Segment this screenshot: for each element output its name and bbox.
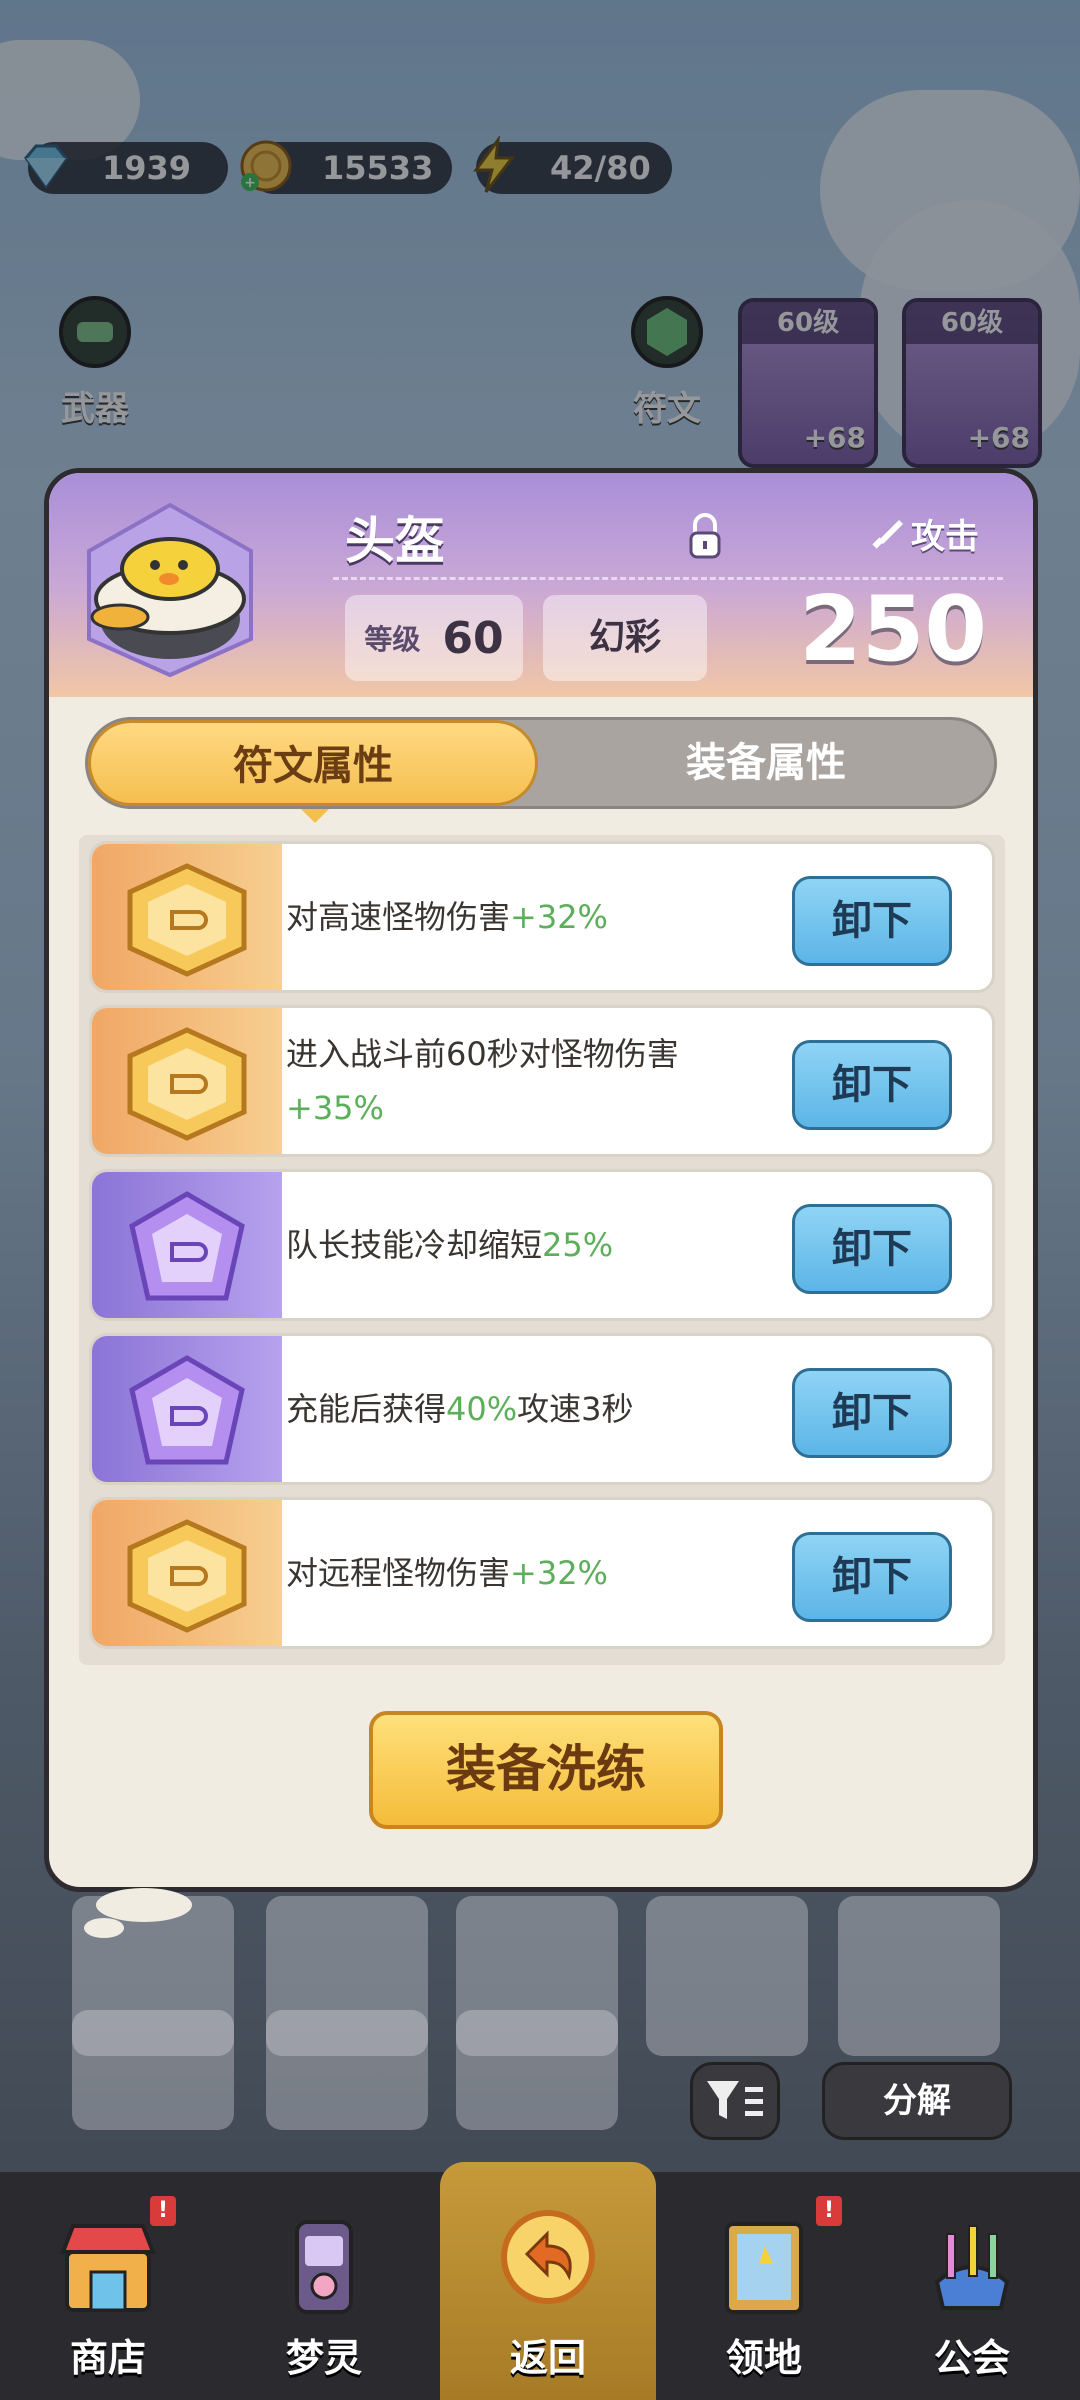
attack-type: 攻击 xyxy=(869,509,979,558)
tab-rune-attributes[interactable]: 符文属性 xyxy=(88,720,538,806)
nav-shop[interactable]: ! 商店 xyxy=(0,2172,216,2400)
rune-value: 25% xyxy=(542,1226,614,1264)
rune-value: +35% xyxy=(286,1089,384,1127)
equipment-detail-modal: 头盔 攻击 等级 60 幻彩 250 符文属性 装备属性 对高速怪物伤害+32%… xyxy=(44,468,1038,1892)
rune-row: 队长技能冷却缩短25% 卸下 xyxy=(89,1169,995,1321)
back-arrow-icon xyxy=(501,2210,595,2304)
unload-button[interactable]: 卸下 xyxy=(792,1532,952,1622)
attack-label: 攻击 xyxy=(911,517,979,557)
nav-back-label: 返回 xyxy=(509,2336,586,2380)
inventory-slot[interactable] xyxy=(456,2010,618,2130)
purple-rune-icon xyxy=(129,1191,245,1301)
unload-button[interactable]: 卸下 xyxy=(792,1040,952,1130)
lock-icon[interactable] xyxy=(687,513,723,559)
nav-dream-spirit[interactable]: 梦灵 xyxy=(216,2172,432,2400)
level-box: 等级 60 xyxy=(345,595,523,681)
purple-rune-icon xyxy=(129,1355,245,1465)
territory-badge: ! xyxy=(816,2196,842,2226)
rune-text: 对远程怪物伤害 xyxy=(286,1554,511,1592)
nav-territory[interactable]: ! 领地 xyxy=(656,2172,872,2400)
tab-equipment-attributes[interactable]: 装备属性 xyxy=(538,720,994,806)
nav-shop-label: 商店 xyxy=(69,2336,146,2380)
nav-dream-spirit-label: 梦灵 xyxy=(285,2336,362,2380)
filter-button[interactable] xyxy=(690,2062,780,2140)
rune-row: 进入战斗前60秒对怪物伤害 +35% 卸下 xyxy=(89,1005,995,1157)
nav-guild[interactable]: 公会 xyxy=(864,2172,1080,2400)
rune-row: 充能后获得40%攻速3秒 卸下 xyxy=(89,1333,995,1485)
unload-button[interactable]: 卸下 xyxy=(792,1204,952,1294)
rarity-label: 幻彩 xyxy=(543,595,707,681)
rune-text: 对高速怪物伤害 xyxy=(286,898,511,936)
modal-header: 头盔 攻击 等级 60 幻彩 250 xyxy=(49,473,1033,697)
rune-value: +32% xyxy=(510,1554,608,1592)
inventory-slot[interactable] xyxy=(72,2010,234,2130)
tab-pointer xyxy=(301,809,329,823)
rune-row: 对高速怪物伤害+32% 卸下 xyxy=(89,841,995,993)
refine-equipment-button[interactable]: 装备洗练 xyxy=(369,1711,723,1829)
speech-bubble-tail xyxy=(84,1918,124,1938)
rune-value: +32% xyxy=(510,898,608,936)
gold-rune-icon xyxy=(127,1519,247,1633)
equipment-title: 头盔 xyxy=(345,512,445,570)
split-button[interactable]: 分解 xyxy=(822,2062,1012,2140)
inventory-slot[interactable] xyxy=(646,1896,808,2056)
dream-spirit-icon xyxy=(295,2220,353,2314)
power-value: 250 xyxy=(799,577,987,682)
level-value: 60 xyxy=(442,612,504,664)
rune-row: 对远程怪物伤害+32% 卸下 xyxy=(89,1497,995,1649)
nav-territory-label: 领地 xyxy=(725,2336,802,2380)
sword-icon xyxy=(872,519,903,549)
level-key: 等级 xyxy=(364,623,421,656)
unload-button[interactable]: 卸下 xyxy=(792,876,952,966)
shop-icon xyxy=(60,2224,156,2312)
rune-text: 队长技能冷却缩短 xyxy=(286,1226,543,1264)
unload-button[interactable]: 卸下 xyxy=(792,1368,952,1458)
territory-icon xyxy=(725,2222,803,2314)
rune-value: 40% xyxy=(446,1390,518,1428)
nav-back[interactable]: 返回 xyxy=(440,2162,656,2400)
guild-icon xyxy=(934,2225,1010,2310)
attribute-tabs: 符文属性 装备属性 xyxy=(85,717,997,809)
bottom-nav: ! 商店 梦灵 返回 ! 领地 公会 xyxy=(0,2162,1080,2400)
rune-text: 充能后获得 xyxy=(286,1390,447,1428)
rune-suffix: 攻速3秒 xyxy=(517,1390,634,1428)
gold-rune-icon xyxy=(127,1027,247,1141)
filter-icon xyxy=(707,2081,763,2119)
inventory-slot[interactable] xyxy=(266,2010,428,2130)
shop-badge: ! xyxy=(150,2196,176,2226)
rune-text: 进入战斗前60秒对怪物伤害 xyxy=(286,1035,679,1073)
speech-bubble-tail xyxy=(96,1888,192,1922)
nav-guild-label: 公会 xyxy=(933,2336,1010,2380)
gold-rune-icon xyxy=(127,863,247,977)
helmet-icon xyxy=(87,502,253,678)
rune-list: 对高速怪物伤害+32% 卸下 进入战斗前60秒对怪物伤害 +35% 卸下 队长技能… xyxy=(79,835,1005,1665)
inventory-slot[interactable] xyxy=(838,1896,1000,2056)
